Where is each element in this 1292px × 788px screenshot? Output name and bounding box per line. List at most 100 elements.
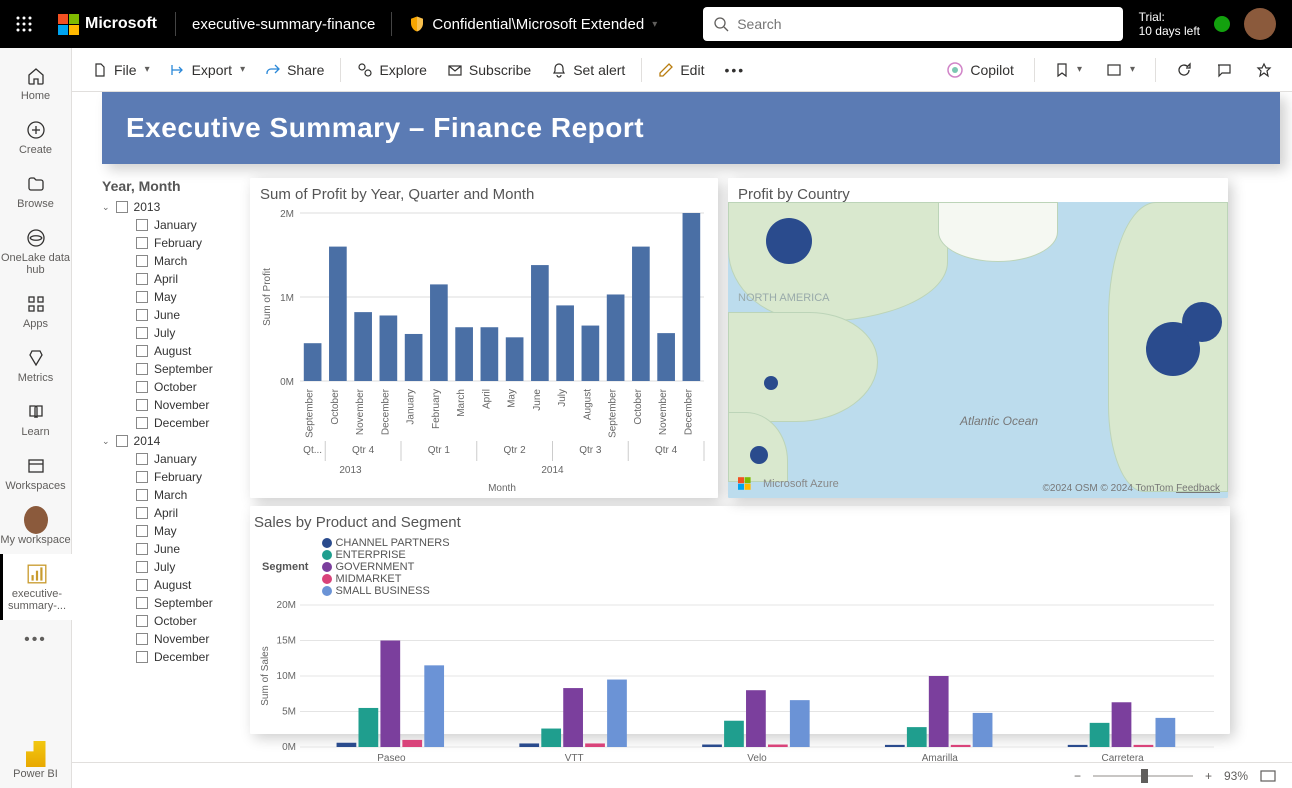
- year-checkbox[interactable]: [116, 435, 128, 447]
- month-checkbox[interactable]: [136, 327, 148, 339]
- month-checkbox[interactable]: [136, 381, 148, 393]
- month-checkbox[interactable]: [136, 471, 148, 483]
- month-label[interactable]: August: [154, 344, 191, 358]
- map-bubble[interactable]: [750, 446, 768, 464]
- month-label[interactable]: September: [154, 596, 213, 610]
- favorite-button[interactable]: [1248, 58, 1280, 82]
- zoom-slider[interactable]: [1093, 775, 1193, 777]
- month-checkbox[interactable]: [136, 291, 148, 303]
- month-label[interactable]: April: [154, 272, 178, 286]
- month-label[interactable]: January: [154, 218, 197, 232]
- month-label[interactable]: June: [154, 308, 180, 322]
- month-checkbox[interactable]: [136, 597, 148, 609]
- month-label[interactable]: April: [154, 506, 178, 520]
- comment-button[interactable]: [1208, 58, 1240, 82]
- zoom-level: 93%: [1224, 769, 1248, 783]
- breadcrumb[interactable]: executive-summary-finance: [184, 16, 383, 33]
- month-label[interactable]: June: [154, 542, 180, 556]
- month-label[interactable]: March: [154, 488, 187, 502]
- month-checkbox[interactable]: [136, 417, 148, 429]
- share-button[interactable]: Share: [257, 58, 332, 82]
- year-label[interactable]: 2014: [134, 434, 161, 448]
- month-label[interactable]: July: [154, 560, 175, 574]
- nav-powerbi[interactable]: Power BI: [0, 734, 72, 788]
- month-checkbox[interactable]: [136, 363, 148, 375]
- map-feedback-link[interactable]: Feedback: [1176, 483, 1220, 494]
- month-label[interactable]: February: [154, 236, 202, 250]
- nav-metrics[interactable]: Metrics: [0, 338, 72, 392]
- zoom-out[interactable]: −: [1074, 769, 1081, 783]
- month-checkbox[interactable]: [136, 219, 148, 231]
- map-bubble[interactable]: [1182, 302, 1222, 342]
- tree-caret-icon[interactable]: ⌄: [102, 202, 110, 213]
- year-label[interactable]: 2013: [134, 200, 161, 214]
- copilot-button[interactable]: Copilot: [938, 57, 1022, 83]
- map-bubble[interactable]: [766, 218, 812, 264]
- month-label[interactable]: October: [154, 614, 197, 628]
- month-checkbox[interactable]: [136, 579, 148, 591]
- sales-by-product-chart[interactable]: Sales by Product and Segment Segment CHA…: [250, 506, 1230, 734]
- month-label[interactable]: July: [154, 326, 175, 340]
- month-label[interactable]: August: [154, 578, 191, 592]
- month-label[interactable]: May: [154, 524, 177, 538]
- month-checkbox[interactable]: [136, 489, 148, 501]
- export-menu[interactable]: Export▾: [162, 58, 254, 82]
- month-label[interactable]: November: [154, 632, 209, 646]
- profit-by-country-map[interactable]: Profit by Country: [728, 178, 1228, 498]
- month-checkbox[interactable]: [136, 543, 148, 555]
- fit-page-icon[interactable]: [1260, 770, 1276, 782]
- status-dot-icon[interactable]: [1212, 14, 1232, 34]
- month-checkbox[interactable]: [136, 309, 148, 321]
- month-checkbox[interactable]: [136, 651, 148, 663]
- nav-home[interactable]: Home: [0, 56, 72, 110]
- month-checkbox[interactable]: [136, 273, 148, 285]
- month-checkbox[interactable]: [136, 633, 148, 645]
- month-label[interactable]: March: [154, 254, 187, 268]
- nav-current-report[interactable]: executive-summary-...: [0, 554, 72, 620]
- month-label[interactable]: September: [154, 362, 213, 376]
- nav-onelake[interactable]: OneLake data hub: [0, 218, 72, 284]
- year-checkbox[interactable]: [116, 201, 128, 213]
- month-checkbox[interactable]: [136, 615, 148, 627]
- edit-button[interactable]: Edit: [650, 58, 712, 82]
- more-actions[interactable]: •••: [716, 58, 753, 82]
- month-label[interactable]: December: [154, 416, 209, 430]
- user-avatar[interactable]: [1244, 8, 1276, 40]
- date-slicer[interactable]: Year, Month ⌄2013JanuaryFebruaryMarchApr…: [102, 178, 242, 734]
- profit-by-month-chart[interactable]: Sum of Profit by Year, Quarter and Month…: [250, 178, 718, 498]
- nav-apps[interactable]: Apps: [0, 284, 72, 338]
- app-launcher-icon[interactable]: [8, 8, 40, 40]
- nav-browse[interactable]: Browse: [0, 164, 72, 218]
- month-checkbox[interactable]: [136, 561, 148, 573]
- nav-my-workspace[interactable]: My workspace: [0, 500, 72, 554]
- nav-workspaces[interactable]: Workspaces: [0, 446, 72, 500]
- search-input[interactable]: [703, 7, 1123, 41]
- month-checkbox[interactable]: [136, 255, 148, 267]
- month-label[interactable]: January: [154, 452, 197, 466]
- month-label[interactable]: October: [154, 380, 197, 394]
- month-checkbox[interactable]: [136, 399, 148, 411]
- nav-learn[interactable]: Learn: [0, 392, 72, 446]
- month-label[interactable]: May: [154, 290, 177, 304]
- tree-caret-icon[interactable]: ⌄: [102, 436, 110, 447]
- month-checkbox[interactable]: [136, 453, 148, 465]
- bookmark-button[interactable]: ▾: [1047, 58, 1090, 82]
- explore-button[interactable]: Explore: [349, 58, 434, 82]
- nav-create[interactable]: Create: [0, 110, 72, 164]
- month-checkbox[interactable]: [136, 345, 148, 357]
- month-checkbox[interactable]: [136, 525, 148, 537]
- month-checkbox[interactable]: [136, 507, 148, 519]
- sensitivity-label[interactable]: Confidential\Microsoft Extended ▾: [400, 15, 665, 33]
- view-button[interactable]: ▾: [1098, 59, 1143, 81]
- month-label[interactable]: December: [154, 650, 209, 664]
- setalert-button[interactable]: Set alert: [543, 58, 633, 82]
- map-bubble[interactable]: [764, 376, 778, 390]
- month-checkbox[interactable]: [136, 237, 148, 249]
- subscribe-button[interactable]: Subscribe: [439, 58, 539, 82]
- month-label[interactable]: November: [154, 398, 209, 412]
- refresh-button[interactable]: [1168, 58, 1200, 82]
- nav-more[interactable]: •••: [0, 620, 72, 660]
- month-label[interactable]: February: [154, 470, 202, 484]
- file-menu[interactable]: File▾: [84, 58, 158, 82]
- zoom-in[interactable]: +: [1205, 769, 1212, 783]
